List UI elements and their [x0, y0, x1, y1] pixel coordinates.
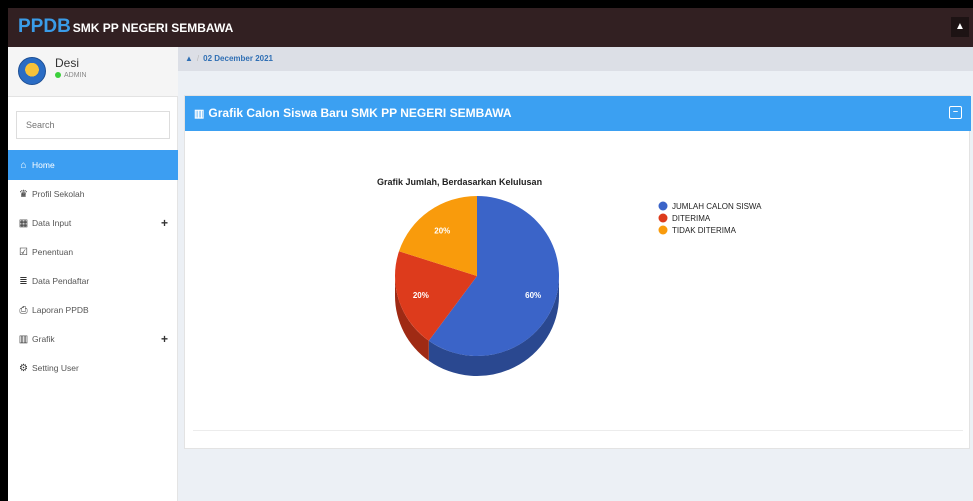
pie-chart: Grafik Jumlah, Berdasarkan Kelulusan 60% 2… [377, 177, 762, 376]
sidebar-item-label: Laporan PPDB [32, 305, 89, 315]
expand-plus-icon[interactable]: + [161, 209, 168, 238]
pie-data-label: 20% [413, 291, 429, 300]
gear-icon: ⚙ [19, 363, 28, 374]
sidebar-item-label: Grafik [32, 334, 55, 344]
sidebar-item-laporan-ppdb[interactable]: ⎙ Laporan PPDB [8, 296, 178, 325]
sidebar-item-profil-sekolah[interactable]: ♛ Profil Sekolah [8, 180, 178, 209]
chart-panel: ▥ Grafik Calon Siswa Baru SMK PP NEGERI S… [184, 95, 971, 449]
sidebar-item-grafik[interactable]: ▥ Grafik + [8, 325, 178, 354]
legend-item[interactable]: DITERIMA [672, 214, 711, 223]
panel-title: Grafik Calon Siswa Baru SMK PP NEGERI SE… [208, 106, 512, 120]
checkbox-icon: ☑ [19, 247, 28, 258]
sidebar-item-penentuan[interactable]: ☑ Penentuan [8, 238, 178, 267]
brand-school: SMK PP NEGERI SEMBAWA [72, 21, 234, 35]
legend-item[interactable]: JUMLAH CALON SISWA [672, 202, 762, 211]
user-menu-button[interactable]: ▲ [951, 17, 969, 37]
print-icon: ⎙ [19, 305, 28, 316]
user-panel: Desi ADMIN [8, 47, 178, 97]
sidebar-item-label: Profil Sekolah [32, 189, 85, 199]
graduation-cap-icon: ♛ [19, 189, 28, 200]
breadcrumb-date: 02 December 2021 [203, 54, 273, 63]
app-frame: PPDBSMK PP NEGERI SEMBAWA ▲ Desi ADMIN ⌂… [8, 8, 973, 501]
brand-name: PPDB [18, 16, 71, 37]
user-status: ADMIN [55, 72, 87, 79]
database-icon: ≣ [19, 276, 28, 287]
panel-header: ▥ Grafik Calon Siswa Baru SMK PP NEGERI S… [185, 96, 971, 131]
legend-marker [658, 213, 668, 223]
brand-logo[interactable]: PPDB SMK PP NEGERI SEMBAWA [18, 16, 233, 38]
bar-chart-icon: ▥ [18, 334, 29, 345]
expand-plus-icon[interactable]: + [161, 325, 168, 354]
sidebar-item-label: Home [32, 160, 55, 170]
user-icon: ▲ [955, 21, 965, 32]
home-icon: ⌂ [20, 160, 27, 171]
online-dot-icon [55, 72, 61, 79]
legend-marker [658, 201, 668, 211]
panel-footer [193, 430, 963, 431]
pie-data-label: 20% [434, 226, 450, 235]
user-role: ADMIN [64, 72, 87, 79]
sidebar-item-label: Data Pendaftar [32, 276, 90, 286]
legend-item[interactable]: TIDAK DITERIMA [672, 226, 737, 235]
sidebar-item-label: Data Input [32, 218, 72, 228]
sidebar-item-label: Setting User [32, 363, 79, 373]
sidebar: Desi ADMIN ⌂ Home ♛ Profil Sekolah ▦Data Inp… [8, 47, 178, 501]
collapse-button[interactable]: – [949, 106, 962, 119]
pie-data-label: 60% [525, 291, 541, 300]
top-navbar: PPDB SMK PP NEGERI SEMBAWA ▲ [8, 8, 973, 47]
search-input[interactable] [16, 111, 170, 139]
breadcrumb: ▲/02 December 2021 [178, 47, 973, 71]
bar-chart-icon: ▥ [194, 108, 205, 120]
sidebar-item-data-input[interactable]: ▦ Data Input + [8, 209, 178, 238]
table-icon: ▦ [18, 218, 29, 229]
chart-title: Grafik Jumlah, Berdasarkan Kelulusan [377, 177, 542, 187]
sidebar-item-setting-user[interactable]: ⚙ Setting User [8, 354, 178, 383]
sidebar-item-data-pendaftar[interactable]: ≣ Data Pendaftar [8, 267, 178, 296]
sidebar-item-label: Penentuan [32, 247, 74, 257]
user-name: Desi [55, 56, 80, 70]
sidebar-item-home[interactable]: ⌂ Home [8, 150, 178, 180]
legend-marker [658, 225, 668, 235]
sidebar-menu: ⌂ Home ♛ Profil Sekolah ▦ Data Input + ☑ Penentu… [8, 150, 178, 383]
user-icon: ▲ [185, 54, 193, 63]
avatar [18, 57, 46, 85]
